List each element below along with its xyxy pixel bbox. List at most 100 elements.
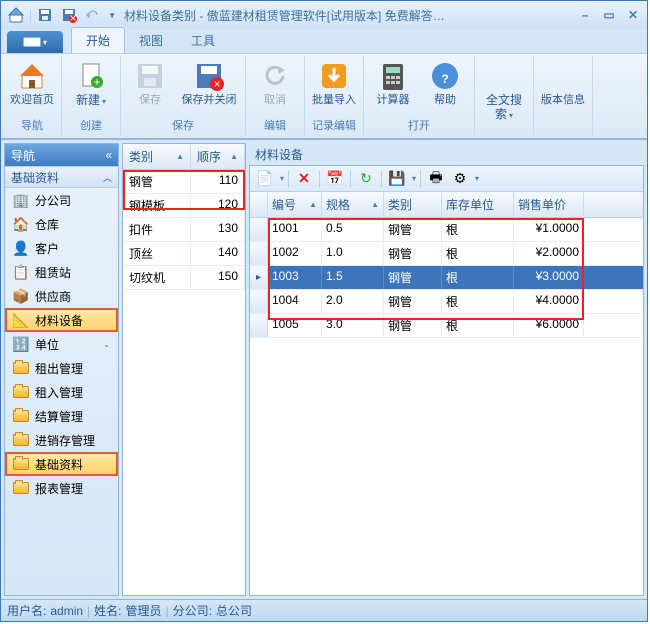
nav-panel: 导航« 基础资料︿ 🏢分公司🏠仓库👤客户📋租赁站📦供应商📐材料设备🔢单位⌄租出管… — [4, 143, 119, 596]
category-row[interactable]: 顶丝140 — [123, 242, 245, 266]
cancel-button: 取消 — [250, 58, 300, 109]
minimize-button[interactable]: – — [575, 8, 595, 22]
new-button[interactable]: +新建▾ — [66, 58, 116, 110]
folder-icon — [13, 480, 29, 496]
row-indicator — [250, 290, 268, 313]
home-button[interactable]: 欢迎首页 — [7, 58, 57, 109]
maximize-button[interactable]: ▭ — [599, 8, 619, 22]
nav-item-icon: 🏠 — [13, 216, 29, 232]
print-icon[interactable]: 🖶 — [425, 169, 447, 189]
col-category[interactable]: 类别▲ — [123, 144, 191, 169]
nav-item-materials[interactable]: 📐 材料设备 — [5, 308, 118, 332]
materials-icon: 📐 — [13, 312, 29, 328]
nav-item-icon: 🏢 — [13, 192, 29, 208]
nav-item[interactable]: 🏢分公司 — [5, 188, 118, 212]
row-indicator — [250, 218, 268, 241]
import-button[interactable]: 批量导入 — [309, 58, 359, 109]
nav-folder[interactable]: 报表管理 — [5, 476, 118, 500]
version-button[interactable]: 版本信息 — [538, 58, 588, 109]
ribbon-tab-strip: ▾ 开始 视图 工具 — [1, 29, 647, 53]
category-grid: 类别▲ 顺序▲ 钢管110钢模板120扣件130顶丝140切纹机150 — [122, 143, 246, 596]
nav-item-label: 租入管理 — [35, 384, 83, 401]
right-title: 材料设备 — [249, 143, 644, 165]
data-row[interactable]: 10010.5钢管根¥1.0000 — [250, 218, 643, 242]
nav-item[interactable]: 🏠仓库 — [5, 212, 118, 236]
category-row[interactable]: 切纹机150 — [123, 266, 245, 290]
row-indicator — [250, 242, 268, 265]
nav-item-label: 结算管理 — [35, 408, 83, 425]
nav-folder[interactable]: 结算管理 — [5, 404, 118, 428]
tab-view[interactable]: 视图 — [125, 28, 177, 53]
nav-item-label: 客户 — [35, 240, 59, 257]
nav-item-icon: 👤 — [13, 240, 29, 256]
nav-item-label: 材料设备 — [35, 312, 83, 329]
svg-text:×: × — [70, 11, 77, 23]
nav-title: 导航« — [5, 144, 118, 166]
chevron-up-icon: ︿ — [103, 171, 112, 184]
nav-item-label: 租赁站 — [35, 264, 71, 281]
new-row-icon[interactable]: 📄 — [254, 169, 276, 189]
titlebar: | × ▼ 材料设备类别 - 傲蓝建材租赁管理软件[试用版本] 免费解答… – … — [1, 1, 647, 29]
right-panel: 材料设备 📄▾ ✕ 📅 ↻ 💾▾ 🖶 ⚙▾ 编号▲ 规格▲ 类别 — [249, 143, 644, 596]
data-row[interactable]: ▸10031.5钢管根¥3.0000 — [250, 266, 643, 290]
nav-item-icon: 📋 — [13, 264, 29, 280]
save-button: 保存 — [125, 58, 175, 109]
refresh-icon[interactable]: ↻ — [355, 169, 377, 189]
tab-start[interactable]: 开始 — [71, 27, 125, 53]
chevron-down-icon: ⌄ — [103, 340, 110, 349]
nav-collapse-icon[interactable]: « — [105, 148, 112, 162]
col-spec[interactable]: 规格▲ — [322, 192, 384, 217]
calc-button[interactable]: 计算器 — [368, 58, 418, 109]
body: 导航« 基础资料︿ 🏢分公司🏠仓库👤客户📋租赁站📦供应商📐材料设备🔢单位⌄租出管… — [1, 139, 647, 599]
category-row[interactable]: 钢模板120 — [123, 194, 245, 218]
undo-icon[interactable] — [82, 4, 104, 26]
data-row[interactable]: 10021.0钢管根¥2.0000 — [250, 242, 643, 266]
col-cat[interactable]: 类别 — [384, 192, 442, 217]
col-unit[interactable]: 库存单位 — [442, 192, 514, 217]
col-id[interactable]: 编号▲ — [268, 192, 322, 217]
export-icon[interactable]: 💾 — [386, 169, 408, 189]
nav-item[interactable]: 👤 客户 — [5, 236, 118, 260]
app-menu-button[interactable]: ▾ — [7, 31, 63, 53]
nav-item-label: 单位 — [35, 336, 59, 353]
qat-dropdown-icon[interactable]: ▼ — [108, 11, 116, 20]
nav-item[interactable]: 📋 租赁站 — [5, 260, 118, 284]
nav-item-icon: 📦 — [13, 288, 29, 304]
col-price[interactable]: 销售单价 — [514, 192, 584, 217]
nav-folder[interactable]: 进销存管理 — [5, 428, 118, 452]
window-title: 材料设备类别 - 傲蓝建材租赁管理软件[试用版本] 免费解答… — [124, 7, 575, 24]
unit-icon: 🔢 — [13, 336, 29, 352]
main-window: | × ▼ 材料设备类别 - 傲蓝建材租赁管理软件[试用版本] 免费解答… – … — [0, 0, 648, 622]
data-row[interactable]: 10053.0钢管根¥6.0000 — [250, 314, 643, 338]
save-icon[interactable] — [34, 4, 56, 26]
delete-row-icon[interactable]: ✕ — [293, 169, 315, 189]
row-indicator — [250, 314, 268, 337]
folder-icon — [13, 432, 29, 448]
nav-item[interactable]: 📦供应商 — [5, 284, 118, 308]
save-close-icon[interactable]: × — [58, 4, 80, 26]
data-grid[interactable]: 编号▲ 规格▲ 类别 库存单位 销售单价 10010.5钢管根¥1.000010… — [250, 192, 643, 595]
tab-tools[interactable]: 工具 — [177, 28, 229, 53]
fulltext-search-button[interactable]: 全文搜索▾ — [479, 58, 529, 124]
nav-group-header[interactable]: 基础资料︿ — [5, 166, 118, 188]
folder-icon — [13, 384, 29, 400]
close-button[interactable]: ✕ — [623, 8, 643, 22]
nav-folder[interactable]: 基础资料 — [5, 452, 118, 476]
home-icon[interactable] — [5, 4, 27, 26]
grid-icon[interactable]: 📅 — [324, 169, 346, 189]
nav-folder[interactable]: 租入管理 — [5, 380, 118, 404]
save-close-button[interactable]: ×保存并关闭 — [177, 58, 241, 109]
svg-text:+: + — [93, 75, 100, 89]
nav-folder[interactable]: 租出管理 — [5, 356, 118, 380]
nav-item-unit[interactable]: 🔢 单位 ⌄ — [5, 332, 118, 356]
svg-text:×: × — [213, 77, 220, 91]
help-button[interactable]: ?帮助 — [420, 58, 470, 109]
grid-toolbar: 📄▾ ✕ 📅 ↻ 💾▾ 🖶 ⚙▾ — [250, 166, 643, 192]
col-order[interactable]: 顺序▲ — [191, 144, 245, 169]
category-row[interactable]: 扣件130 — [123, 218, 245, 242]
data-row[interactable]: 10042.0钢管根¥4.0000 — [250, 290, 643, 314]
quick-access-toolbar: | × ▼ — [5, 4, 116, 26]
settings-icon[interactable]: ⚙ — [449, 169, 471, 189]
ribbon: 欢迎首页 导航 +新建▾ 创建 保存 ×保存并关闭 保存 取消 编辑 批量导入 … — [1, 53, 647, 139]
category-row[interactable]: 钢管110 — [123, 170, 245, 194]
